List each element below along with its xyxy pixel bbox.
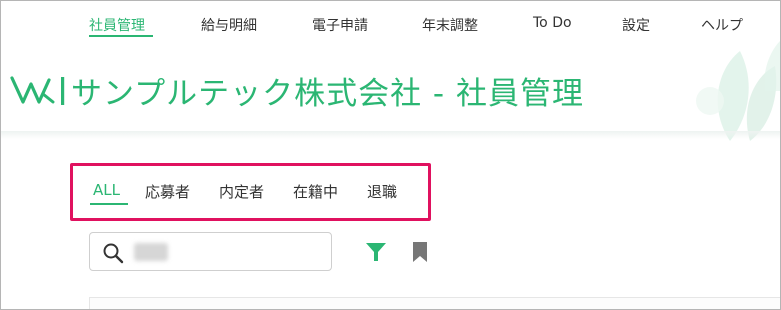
top-navigation: 社員管理 給与明細 電子申請 年末調整 To Do 設定 ヘルプ [1,1,780,47]
active-tab-indicator [90,203,128,205]
nav-item-year-end-adjustment[interactable]: 年末調整 [422,15,478,35]
header-divider [1,131,780,139]
tab-employed[interactable]: 在籍中 [293,181,338,202]
filter-icon[interactable] [365,241,387,263]
search-value-redacted [134,243,168,261]
wa-logo-icon [10,76,65,105]
bookmark-icon[interactable] [411,241,429,263]
nav-item-employee-management[interactable]: 社員管理 [89,15,145,35]
active-nav-indicator [89,35,153,37]
nav-item-settings[interactable]: 設定 [622,15,650,35]
page-header: サンプルテック株式会社 - 社員管理 [9,65,584,115]
nav-item-payslips[interactable]: 給与明細 [201,15,257,35]
decorative-leaves-icon [696,41,780,141]
app-window: 社員管理 給与明細 電子申請 年末調整 To Do 設定 ヘルプ サンプルテック… [0,0,781,310]
nav-item-todo[interactable]: To Do [533,15,572,31]
tab-applicants[interactable]: 応募者 [145,181,190,202]
search-icon [103,243,124,264]
nav-item-help[interactable]: ヘルプ [701,15,743,35]
tab-all[interactable]: ALL [93,181,120,199]
search-input[interactable] [89,232,332,271]
employee-list-panel [89,297,780,309]
tab-offered[interactable]: 内定者 [219,181,264,202]
page-title: サンプルテック株式会社 - 社員管理 [71,75,584,112]
nav-item-e-application[interactable]: 電子申請 [312,15,368,35]
tab-retired[interactable]: 退職 [367,181,397,202]
